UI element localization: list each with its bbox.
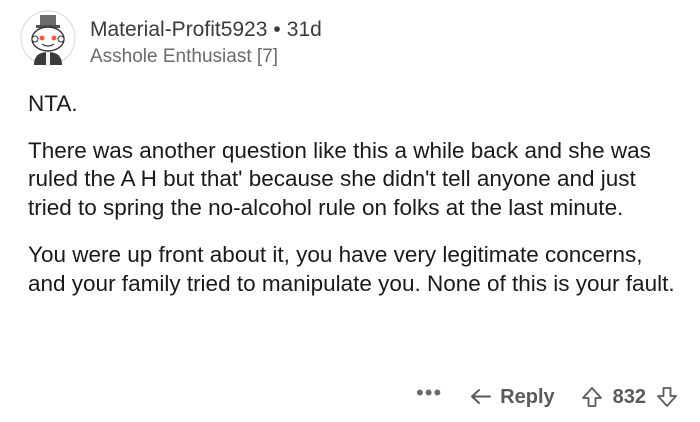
comment: Material-Profit5923 • 31d Asshole Enthusia… [0,0,700,422]
vote-score: 832 [612,385,646,408]
user-avatar[interactable] [20,10,76,66]
upvote-icon[interactable] [581,386,603,408]
comment-paragraph: You were up front about it, you have ver… [28,242,675,296]
downvote-icon[interactable] [656,386,678,408]
comment-age: 31d [286,18,322,41]
snoo-avatar-icon [20,10,76,66]
author-username[interactable]: Material-Profit5923 [90,18,267,41]
author-line: Material-Profit5923 • 31d [90,18,322,42]
reply-arrow-icon [471,389,492,404]
user-flair: Asshole Enthusiast [7] [90,46,278,67]
comment-paragraph: There was another question like this a w… [28,137,651,220]
separator-dot: • [273,18,281,41]
reply-label: Reply [500,385,555,408]
vote-controls: 832 [581,386,678,409]
reply-button[interactable]: Reply [470,385,555,409]
comment-body: NTA. There was another question like thi… [28,90,678,298]
comment-paragraph: NTA. [28,91,78,116]
comment-actions: ••• Reply 832 [416,380,678,414]
more-options-icon[interactable]: ••• [416,382,442,412]
